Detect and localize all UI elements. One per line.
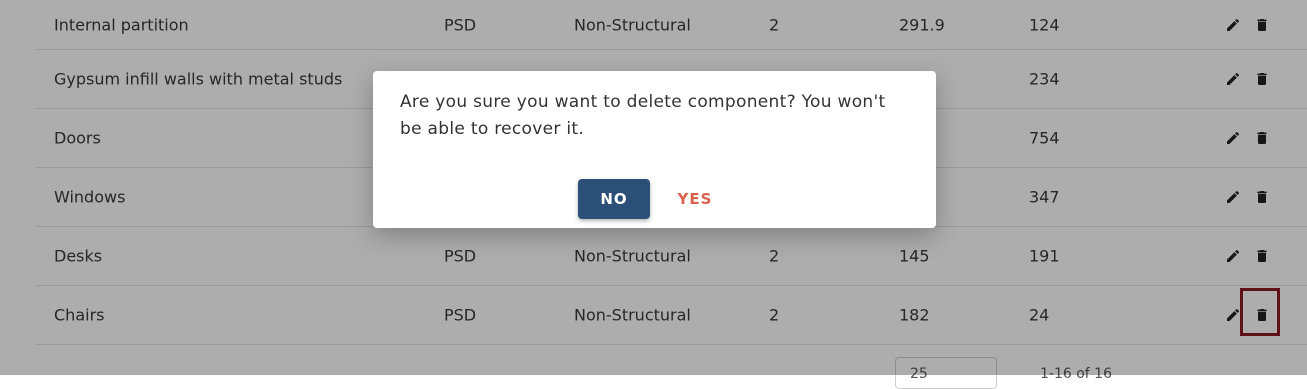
dialog-message: Are you sure you want to delete componen… xyxy=(400,92,886,139)
confirm-delete-dialog: Are you sure you want to delete componen… xyxy=(373,71,936,228)
no-button[interactable]: NO xyxy=(578,179,650,219)
yes-button[interactable]: YES xyxy=(667,179,723,219)
